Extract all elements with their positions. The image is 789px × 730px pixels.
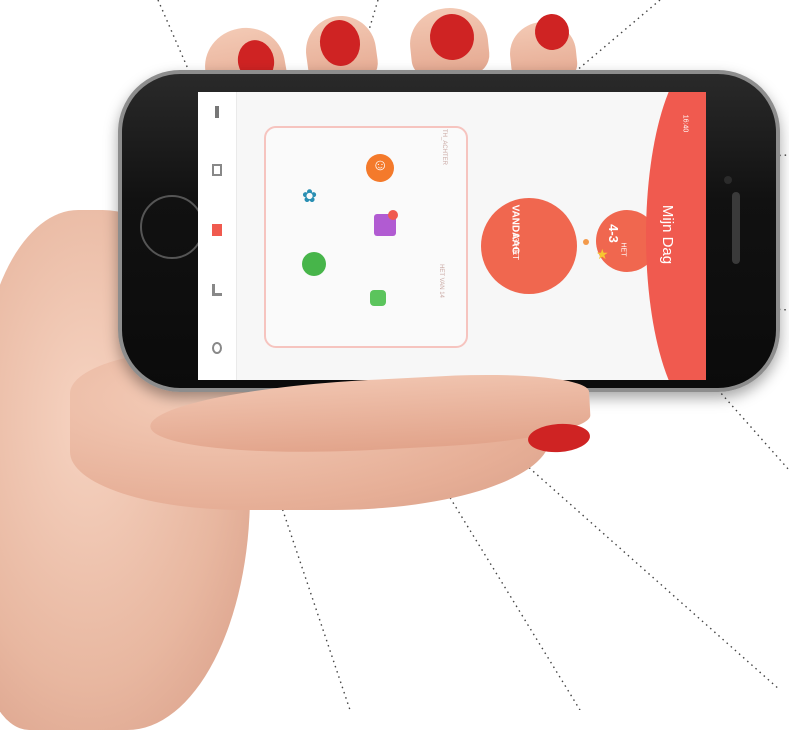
flag-icon[interactable] — [212, 224, 222, 236]
activity-panel — [264, 126, 468, 348]
tab-bar — [198, 92, 237, 380]
settings-icon[interactable] — [212, 342, 222, 354]
calendar-icon[interactable] — [212, 164, 222, 176]
star-icon: ★ — [596, 246, 609, 262]
app-screen: TH_ACHTER HET VAN 14 ☺ ✿ VANDAAG 13 HET … — [198, 92, 706, 380]
speaker — [732, 192, 740, 264]
smiley-icon[interactable]: ☺ — [366, 154, 394, 182]
het-label: HET — [619, 242, 627, 257]
chat-icon[interactable] — [370, 290, 386, 306]
person-icon[interactable] — [215, 106, 219, 118]
app-title: Mijn Dag — [659, 204, 677, 265]
camera-lens — [724, 176, 732, 184]
today-circle[interactable] — [481, 198, 577, 294]
connector-dot — [583, 239, 589, 245]
chart-icon[interactable] — [212, 284, 222, 296]
panel-note-bottom: HET VAN 14 — [437, 264, 444, 298]
people-icon[interactable]: ✿ — [302, 186, 324, 208]
apple-icon[interactable] — [302, 252, 326, 276]
status-time: 16:40 — [681, 114, 689, 133]
home-button[interactable] — [140, 195, 204, 259]
het-value: 4-3 — [605, 224, 621, 243]
today-sub: 13 HET — [511, 232, 521, 261]
panel-note-top: TH_ACHTER — [441, 128, 448, 166]
notification-dot — [388, 210, 398, 220]
